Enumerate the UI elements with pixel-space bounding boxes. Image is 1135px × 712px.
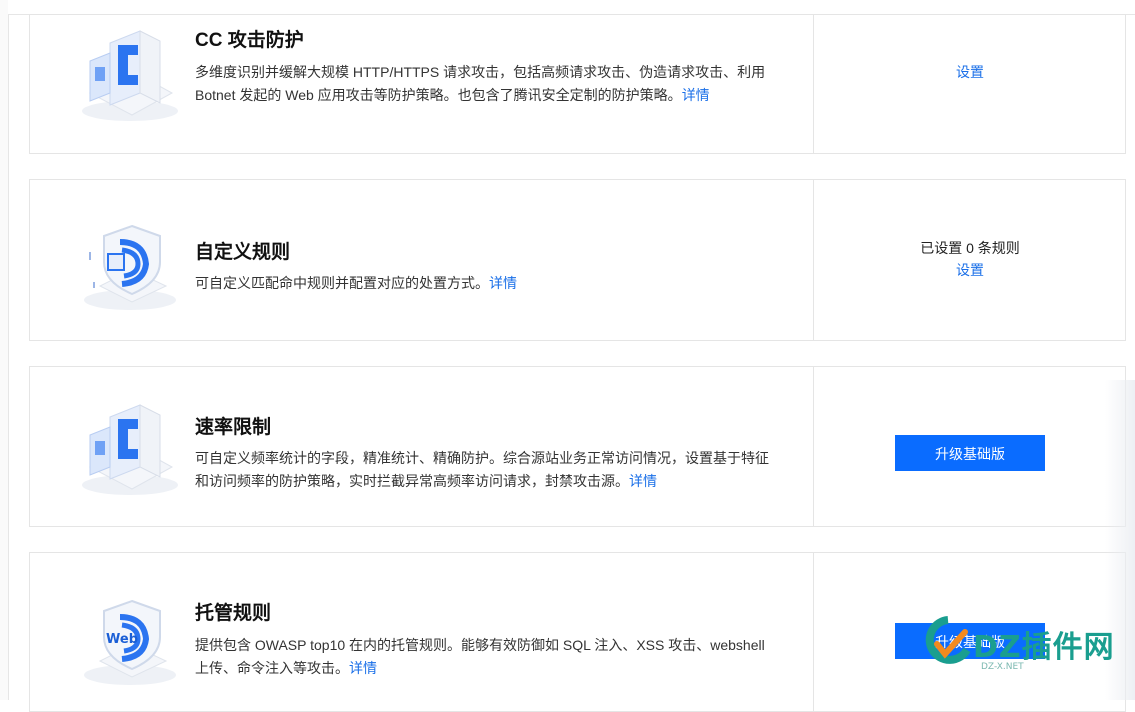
- rule-card-rate-limit: 速率限制 可自定义频率统计的字段，精准统计、精确防护。综合源站业务正常访问情况，…: [29, 366, 1126, 527]
- top-header-strip: [8, 0, 1135, 15]
- rule-description-text: 可自定义匹配命中规则并配置对应的处置方式。: [195, 275, 489, 291]
- rule-card-cc: CC 攻击防护 多维度识别并缓解大规模 HTTP/HTTPS 请求攻击，包括高频…: [29, 14, 1126, 154]
- rule-description-text: 提供包含 OWASP top10 在内的托管规则。能够有效防御如 SQL 注入、…: [195, 637, 765, 676]
- detail-link[interactable]: 详情: [682, 87, 710, 103]
- rule-title: 速率限制: [195, 417, 272, 438]
- action-cell: 已设置 0 条规则 设置: [814, 237, 1126, 281]
- rule-card-custom: 自定义规则 可自定义匹配命中规则并配置对应的处置方式。详情 已设置 0 条规则 …: [29, 179, 1126, 341]
- rule-title: CC 攻击防护: [195, 30, 304, 51]
- rule-description: 可自定义匹配命中规则并配置对应的处置方式。详情: [195, 272, 775, 295]
- watermark: DZ插件网 DZ-X.NET: [923, 610, 1123, 690]
- watermark-url: DZ-X.NET: [981, 662, 1024, 672]
- detail-link[interactable]: 详情: [489, 275, 517, 291]
- web-badge-text: Web: [106, 632, 138, 647]
- rule-title: 托管规则: [195, 603, 272, 624]
- rule-description-text: 多维度识别并缓解大规模 HTTP/HTTPS 请求攻击，包括高频请求攻击、伪造请…: [195, 64, 766, 103]
- settings-link[interactable]: 设置: [814, 259, 1126, 281]
- settings-link[interactable]: 设置: [814, 61, 1126, 83]
- detail-link[interactable]: 详情: [349, 660, 377, 676]
- shield-cube-icon: [82, 404, 178, 495]
- rule-description: 可自定义频率统计的字段，精准统计、精确防护。综合源站业务正常访问情况，设置基于特…: [195, 447, 775, 492]
- detail-link[interactable]: 详情: [629, 473, 657, 489]
- rule-description: 提供包含 OWASP top10 在内的托管规则。能够有效防御如 SQL 注入、…: [195, 634, 775, 679]
- rule-title: 自定义规则: [195, 242, 291, 263]
- shield-target-icon: [84, 224, 176, 310]
- upgrade-basic-button[interactable]: 升级基础版: [895, 435, 1045, 471]
- shield-cube-icon: [82, 30, 178, 121]
- left-rail: [0, 0, 9, 700]
- rule-description-text: 可自定义频率统计的字段，精准统计、精确防护。综合源站业务正常访问情况，设置基于特…: [195, 450, 769, 489]
- watermark-name: DZ插件网: [973, 630, 1115, 665]
- watermark-logo-icon: [925, 616, 971, 664]
- action-cell: 升级基础版: [814, 435, 1126, 471]
- card-divider: [813, 15, 814, 153]
- action-cell: 设置: [814, 61, 1126, 83]
- shield-web-icon: Web: [84, 599, 176, 685]
- rule-count-status: 已设置 0 条规则: [920, 240, 1020, 256]
- rule-description: 多维度识别并缓解大规模 HTTP/HTTPS 请求攻击，包括高频请求攻击、伪造请…: [195, 61, 775, 106]
